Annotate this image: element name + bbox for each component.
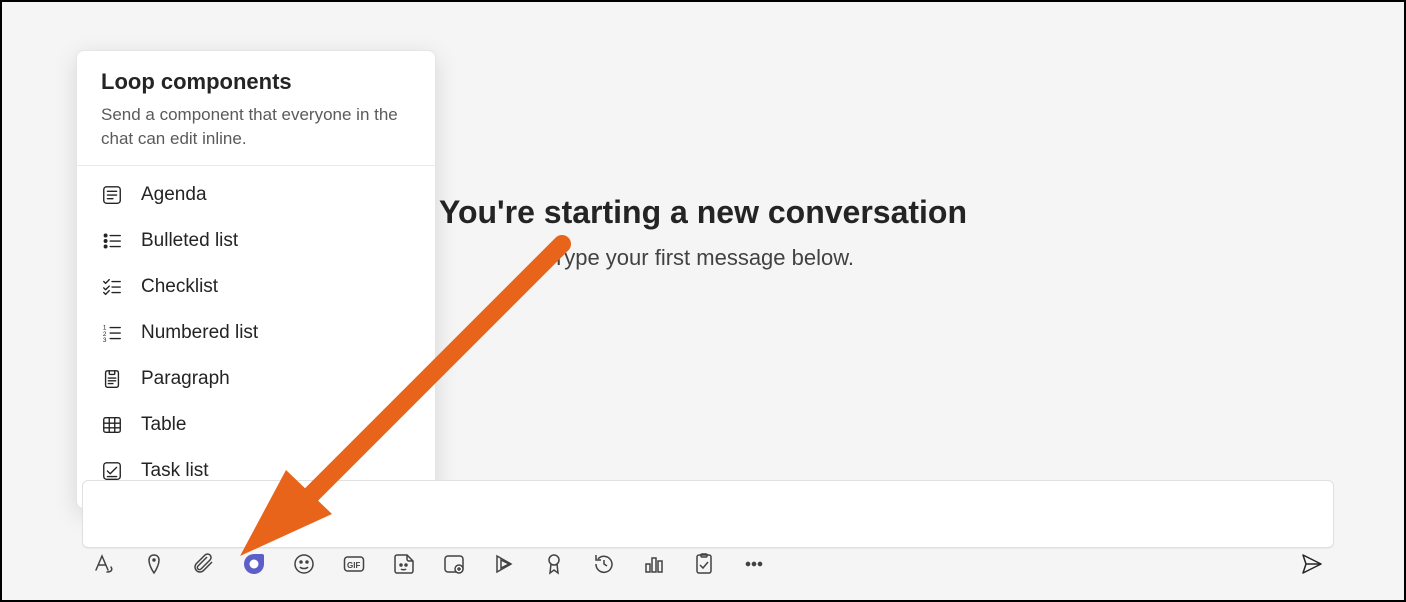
popover-header: Loop components Send a component that ev… (77, 51, 435, 166)
agenda-icon (101, 184, 123, 206)
task-list-icon (101, 460, 123, 482)
gif-button[interactable]: GIF (340, 550, 368, 578)
loop-item-agenda[interactable]: Agenda (77, 172, 435, 218)
send-button[interactable] (1298, 550, 1326, 578)
compose-toolbar: GIF (82, 542, 1334, 586)
table-icon (101, 414, 123, 436)
loop-item-label: Paragraph (141, 368, 230, 390)
sticker-button[interactable] (390, 550, 418, 578)
bulleted-list-icon (101, 230, 123, 252)
loop-components-popover[interactable]: Loop components Send a component that ev… (76, 50, 436, 509)
loop-components-button[interactable] (240, 550, 268, 578)
polls-button[interactable] (640, 550, 668, 578)
loop-item-label: Numbered list (141, 322, 258, 344)
loop-item-numbered-list[interactable]: 123 Numbered list (77, 310, 435, 356)
popover-title: Loop components (101, 69, 411, 95)
schedule-send-button[interactable] (590, 550, 618, 578)
loop-item-label: Checklist (141, 276, 218, 298)
popover-description: Send a component that everyone in the ch… (101, 103, 411, 151)
checklist-icon (101, 276, 123, 298)
loop-item-paragraph[interactable]: Paragraph (77, 356, 435, 402)
numbered-list-icon: 123 (101, 322, 123, 344)
svg-text:3: 3 (103, 337, 107, 344)
loop-item-label: Table (141, 414, 186, 436)
chat-canvas: You're starting a new conversation Type … (4, 4, 1402, 598)
stream-button[interactable] (490, 550, 518, 578)
delivery-options-button[interactable] (140, 550, 168, 578)
svg-text:GIF: GIF (347, 561, 360, 570)
loop-item-bulleted-list[interactable]: Bulleted list (77, 218, 435, 264)
praise-button[interactable] (540, 550, 568, 578)
popover-list: Agenda Bulleted list Checklist (77, 166, 435, 500)
more-options-button[interactable] (740, 550, 768, 578)
emoji-button[interactable] (290, 550, 318, 578)
loop-item-checklist[interactable]: Checklist (77, 264, 435, 310)
loop-item-label: Task list (141, 460, 209, 482)
attach-button[interactable] (190, 550, 218, 578)
compose-box[interactable] (82, 480, 1334, 548)
paragraph-icon (101, 368, 123, 390)
format-button[interactable] (90, 550, 118, 578)
actions-button[interactable] (440, 550, 468, 578)
approvals-button[interactable] (690, 550, 718, 578)
loop-item-table[interactable]: Table (77, 402, 435, 448)
loop-item-label: Bulleted list (141, 230, 238, 252)
loop-item-label: Agenda (141, 184, 207, 206)
app-frame: You're starting a new conversation Type … (0, 0, 1406, 602)
